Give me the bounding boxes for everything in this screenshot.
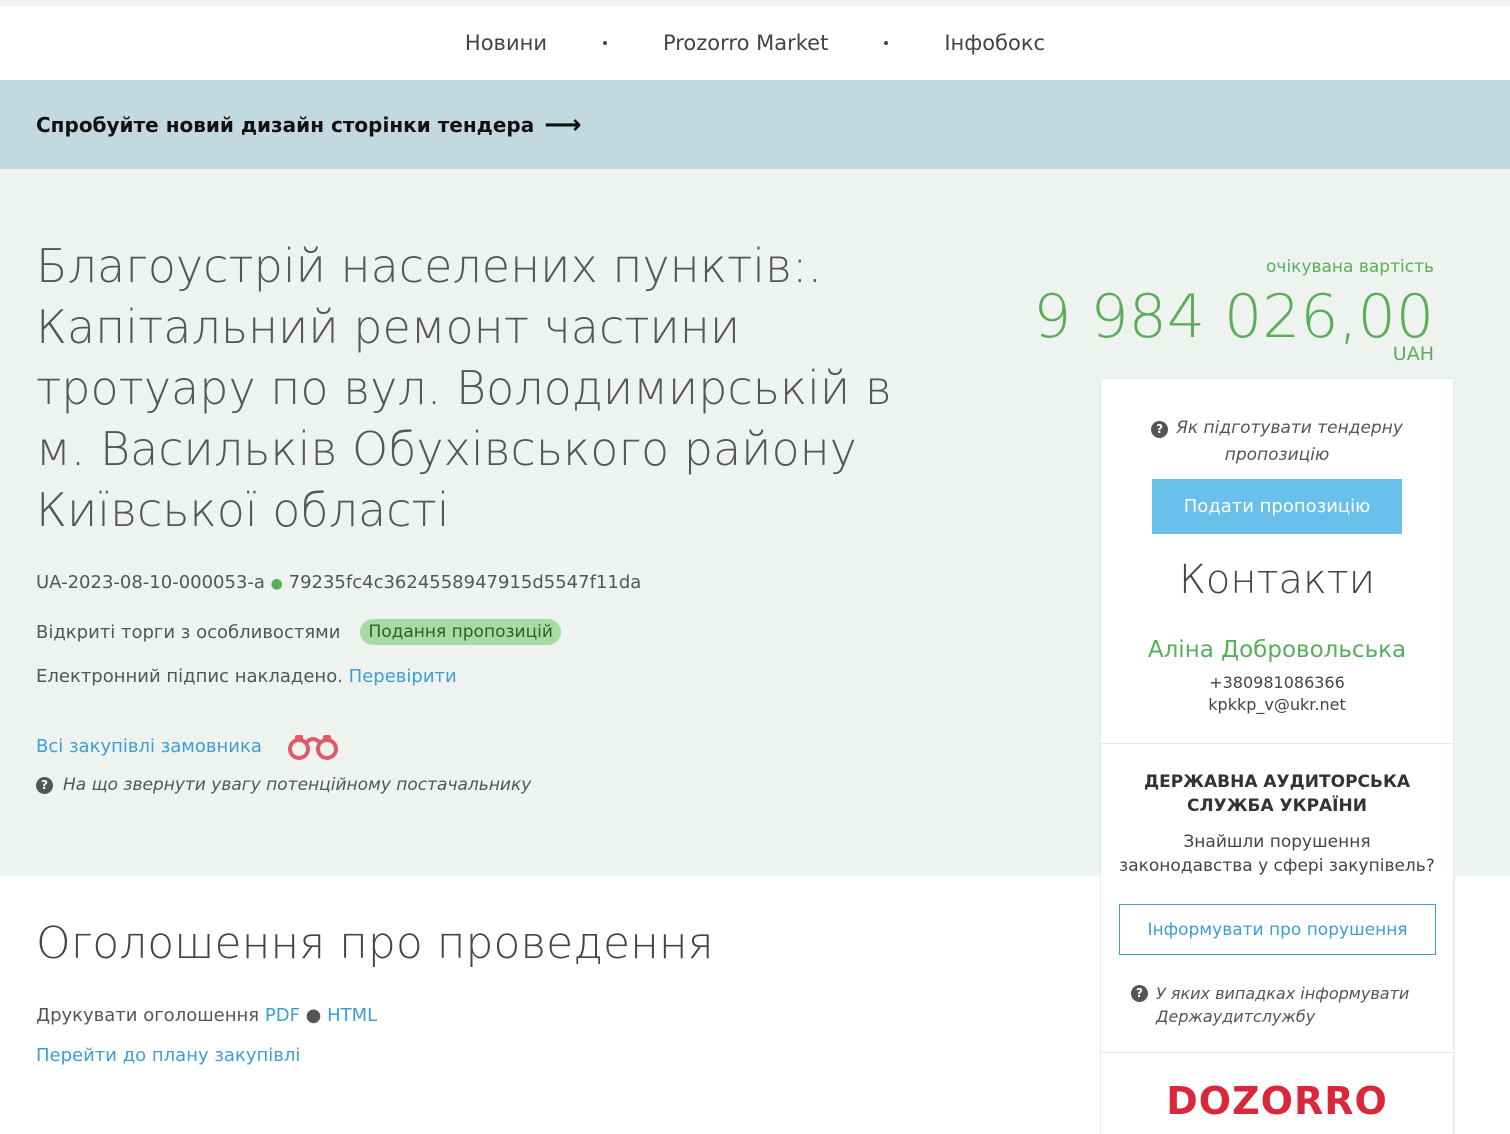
tender-title: Благоустрій населених пунктів:. Капіталь… xyxy=(36,239,892,537)
verify-signature-link[interactable]: Перевірити xyxy=(349,666,457,687)
contact-name: Аліна Добровольська xyxy=(1147,637,1407,663)
divider xyxy=(1101,1052,1453,1053)
all-purchases-link[interactable]: Всі закупівлі замовника xyxy=(36,736,262,757)
print-label: Друкувати оголошення xyxy=(36,1005,260,1026)
print-html-link[interactable]: HTML xyxy=(327,1005,377,1026)
status-badge: Подання пропозицій xyxy=(360,619,561,645)
nav-separator xyxy=(602,41,607,45)
new-design-banner[interactable]: Спробуйте новий дизайн сторінки тендера … xyxy=(0,80,1510,169)
tender-hash: 79235fc4c3624558947915d5547f11da xyxy=(288,572,642,593)
howto-text[interactable]: Як підготувати тендерну пропозицію xyxy=(1176,418,1403,465)
expected-value-currency: UAH xyxy=(1392,343,1434,365)
contact-phone: +380981086366 xyxy=(1209,673,1345,692)
signature-row: Електронний підпис накладено. Перевірити xyxy=(36,666,457,687)
attention-row[interactable]: ? На що звернути увагу потенційному пост… xyxy=(36,775,531,795)
nav-news[interactable]: Новини xyxy=(465,31,547,55)
nav-prozorro-market[interactable]: Prozorro Market xyxy=(663,31,828,55)
print-row: Друкувати оголошення PDF ● HTML xyxy=(36,1005,377,1026)
all-purchases-row: Всі закупівлі замовника xyxy=(36,731,340,761)
print-separator: ● xyxy=(305,1005,322,1026)
submit-proposal-button[interactable]: Подати пропозицію xyxy=(1152,479,1402,534)
question-circle-icon: ? xyxy=(1151,421,1169,438)
question-circle-icon: ? xyxy=(36,776,53,794)
nav-separator xyxy=(884,41,889,45)
report-violation-button[interactable]: Інформувати про порушення xyxy=(1119,904,1436,955)
binoculars-icon[interactable] xyxy=(286,731,340,761)
when-to-report-link[interactable]: ? У яких випадках інформувати Держаудитс… xyxy=(1131,982,1431,1028)
id-separator: ● xyxy=(270,576,283,592)
attention-text[interactable]: На що звернути увагу потенційному постач… xyxy=(63,775,531,795)
audit-text: Знайшли порушення законодавства у сфері … xyxy=(1119,832,1435,876)
tender-identifiers: UA-2023-08-10-000053-a ● 79235fc4c362455… xyxy=(36,572,641,593)
dozorro-logo[interactable]: DOZORRO xyxy=(1101,1079,1453,1123)
divider xyxy=(1101,743,1453,744)
expected-value-label: очікувана вартість xyxy=(1266,257,1434,277)
banner-text[interactable]: Спробуйте новий дизайн сторінки тендера xyxy=(36,113,534,137)
when-to-report-text[interactable]: У яких випадках інформувати Держаудитслу… xyxy=(1156,982,1431,1028)
signature-text: Електронний підпис накладено. xyxy=(36,666,343,687)
sidebar-card: ? Як підготувати тендерну пропозицію Пода… xyxy=(1101,379,1453,1134)
procedure-type: Відкриті торги з особливостями xyxy=(36,621,341,643)
howto-link[interactable]: ? Як підготувати тендерну пропозицію xyxy=(1101,415,1453,469)
procurement-plan-link[interactable]: Перейти до плану закупівлі xyxy=(36,1045,300,1066)
top-navigation: Новини Prozorro Market Інфобокс xyxy=(0,0,1510,80)
arrow-right-icon[interactable]: ⟶ xyxy=(544,110,581,140)
contacts-title: Контакти xyxy=(1178,557,1376,603)
right-background xyxy=(1455,876,1510,1134)
expected-value-amount: 9 984 026,00 xyxy=(1033,282,1434,352)
contact-email: kpkkp_v@ukr.net xyxy=(1208,695,1346,714)
audit-title: ДЕРЖАВНА АУДИТОРСЬКА СЛУЖБА УКРАЇНИ xyxy=(1143,772,1411,816)
question-circle-icon: ? xyxy=(1131,985,1148,1002)
print-pdf-link[interactable]: PDF xyxy=(265,1005,300,1026)
procedure-row: Відкриті торги з особливостями Подання п… xyxy=(36,619,561,645)
nav-infobox[interactable]: Інфобокс xyxy=(944,31,1045,55)
tender-id: UA-2023-08-10-000053-a xyxy=(36,572,265,593)
announcement-title: Оголошення про проведення xyxy=(36,918,714,969)
